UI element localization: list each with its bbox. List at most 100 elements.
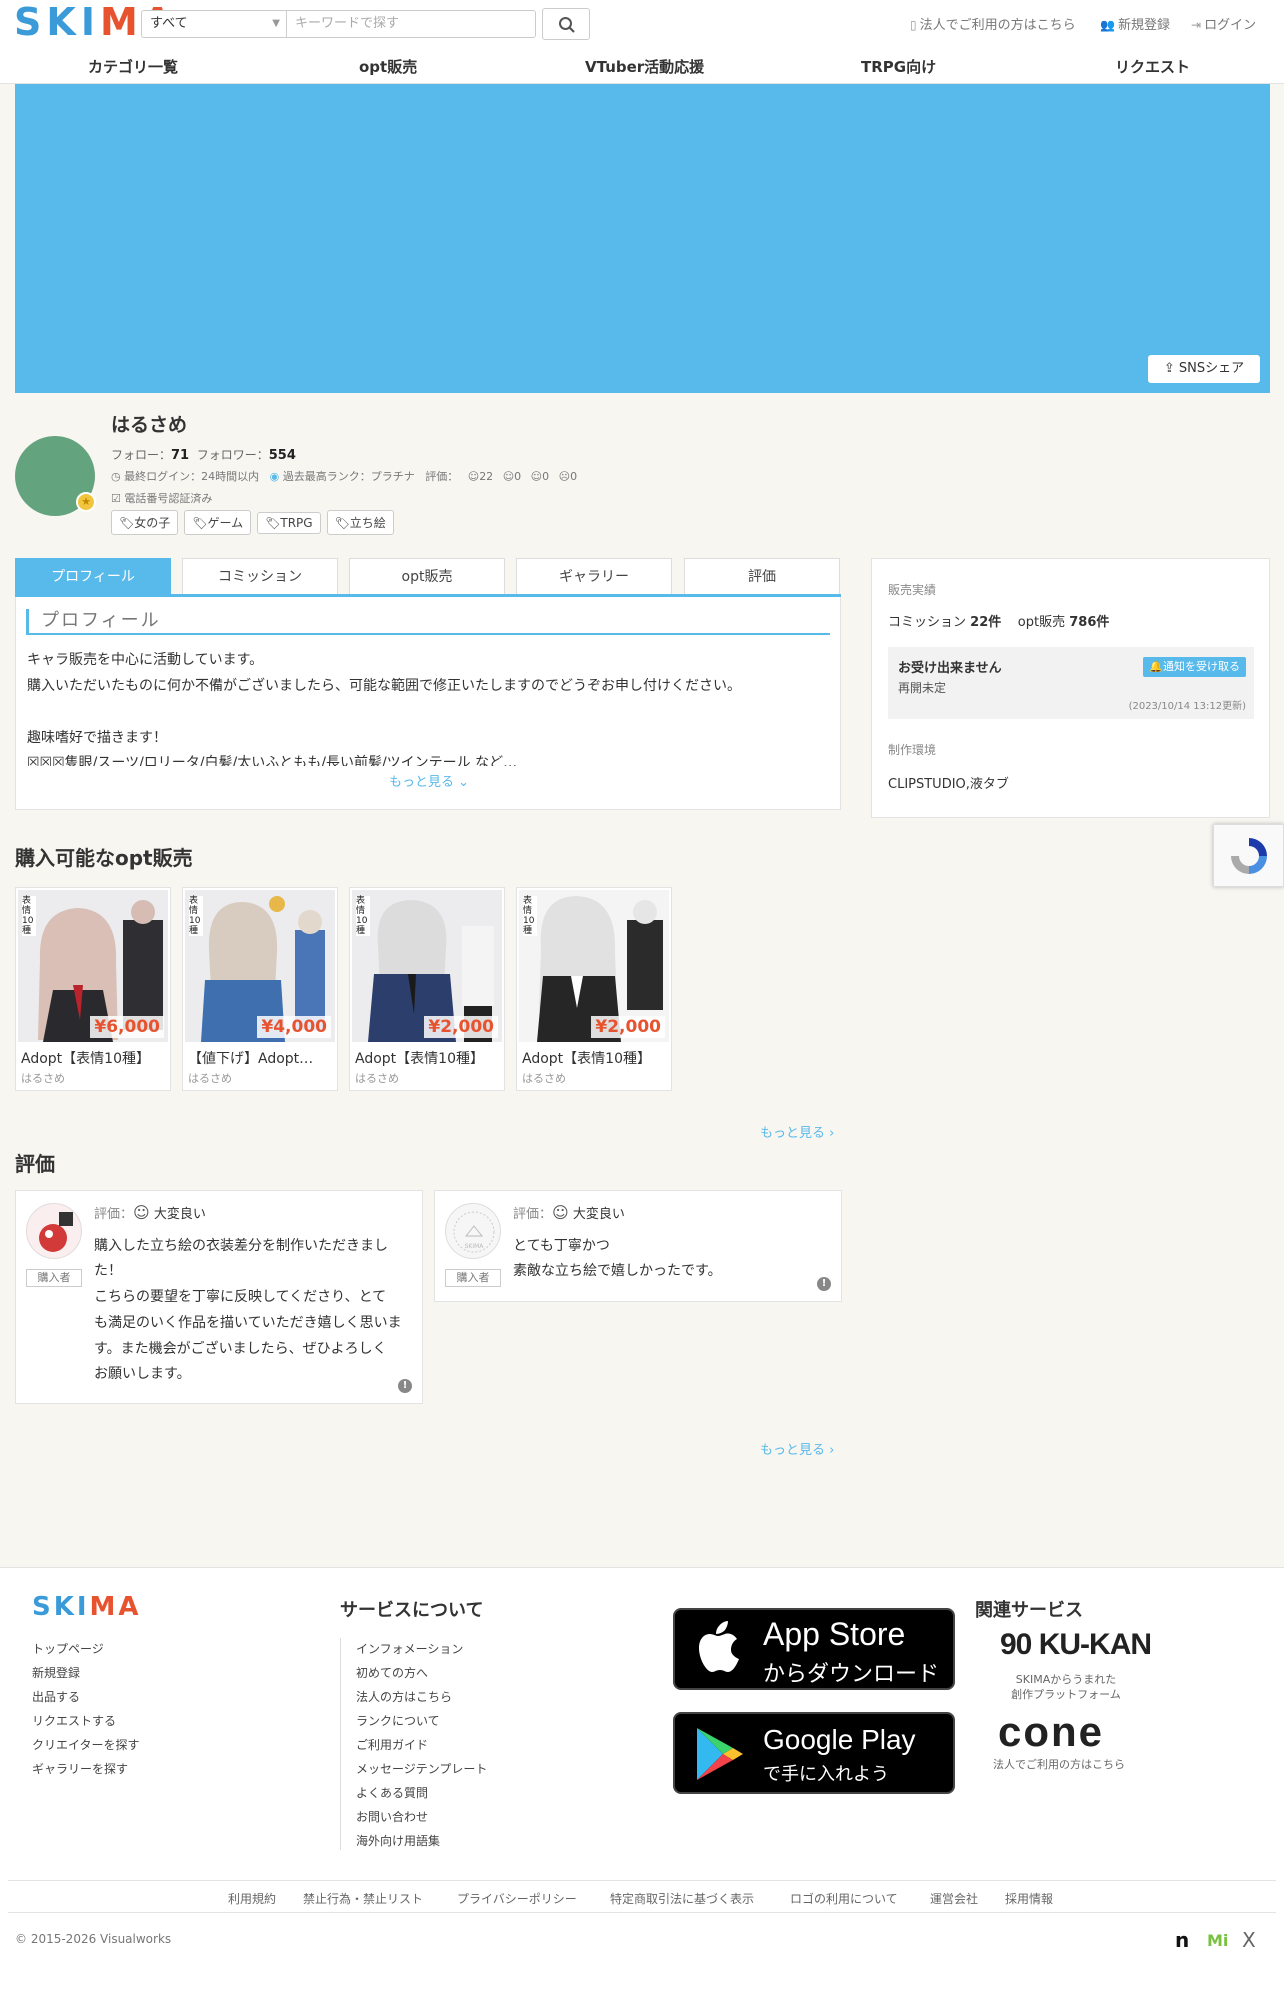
footer-link[interactable]: ご利用ガイド (356, 1736, 428, 1753)
footer-link[interactable]: リクエストする (32, 1712, 116, 1729)
tab-gallery[interactable]: ギャラリー (516, 558, 672, 594)
user-tags: 🏷女の子 🏷ゲーム 🏷TRPG 🏷立ち絵 (111, 510, 400, 535)
register-link[interactable]: 👥 新規登録 (1100, 14, 1170, 33)
footer-link[interactable]: 新規登録 (32, 1664, 80, 1681)
opt-price: ¥6,000 (90, 1016, 164, 1038)
chevron-right-icon: › (829, 1443, 835, 1458)
reviewer-avatar[interactable] (26, 1203, 82, 1259)
footer-bottom-link[interactable]: プライバシーポリシー (457, 1890, 577, 1907)
opt-card[interactable]: 表情10種 ¥4,000 【値下げ】Adopt… はるさめ (182, 887, 338, 1091)
tag-item[interactable]: 🏷TRPG (257, 512, 321, 534)
login-icon: ⇥ (1191, 18, 1202, 32)
tag-icon: 🏷 (265, 516, 281, 530)
card-tag: 表情10種 (356, 896, 370, 936)
misskey-icon[interactable]: Mi (1207, 1931, 1228, 1950)
review-score: 評価：☺ 大変良い (94, 1203, 206, 1222)
footer-link[interactable]: 出品する (32, 1688, 80, 1705)
opt-more-link[interactable]: もっと見る › (760, 1122, 834, 1141)
footer-link[interactable]: 法人の方はこちら (356, 1688, 452, 1705)
profile-heading: プロフィール (26, 609, 830, 635)
tag-icon: 🏷 (119, 516, 135, 530)
tag-item[interactable]: 🏷立ち絵 (326, 510, 394, 535)
footer-link[interactable]: インフォメーション (356, 1640, 463, 1657)
review-text: こちらの要望を丁寧に反映してくださり、とて (94, 1289, 387, 1305)
share-icon: ⇪ (1163, 361, 1175, 376)
footer-link[interactable]: 初めての方へ (356, 1664, 428, 1681)
kukan-logo[interactable]: 90 KU-KAN (1000, 1628, 1152, 1662)
service-heading: サービスについて (340, 1600, 484, 1621)
nav-category[interactable]: カテゴリ一覧 (88, 56, 178, 77)
cone-logo[interactable]: cone (998, 1708, 1104, 1756)
opt-section-title: 購入可能なopt販売 (15, 846, 193, 870)
tag-item[interactable]: 🏷ゲーム (184, 510, 252, 535)
good-icon: ☺ (502, 470, 515, 483)
footer-bottom-link[interactable]: 特定商取引法に基づく表示 (610, 1890, 754, 1907)
note-icon[interactable]: n (1175, 1928, 1189, 1952)
footer-bottom-link[interactable]: 利用規約 (228, 1890, 276, 1907)
opt-author: はるさめ (188, 1072, 232, 1085)
footer-bottom-link[interactable]: 禁止行為・禁止リスト (303, 1890, 423, 1907)
footer-link[interactable]: ランクについて (356, 1712, 440, 1729)
sns-share-button[interactable]: ⇪ SNSシェア (1148, 355, 1260, 383)
tab-opt[interactable]: opt販売 (349, 558, 505, 594)
report-icon[interactable]: ! (398, 1379, 412, 1393)
reviewer-avatar[interactable]: SKIMA (445, 1203, 501, 1259)
opt-card[interactable]: 表情10種 ¥2,000 Adopt【表情10種】 はるさめ (349, 887, 505, 1091)
phone-verified: ☑ 電話番号認証済み (111, 492, 213, 505)
footer-link[interactable]: メッセージテンプレート (356, 1760, 487, 1777)
normal-icon: ☺ (530, 470, 543, 483)
footer-link[interactable]: トップページ (32, 1640, 104, 1657)
google-play-button[interactable]: Google Play で手に入れよう (673, 1712, 955, 1794)
footer-link[interactable]: お問い合わせ (356, 1808, 428, 1825)
google-play-icon (697, 1728, 743, 1780)
opt-author: はるさめ (355, 1072, 399, 1085)
footer-bottom-link[interactable]: 採用情報 (1005, 1890, 1053, 1907)
related-heading: 関連サービス (975, 1600, 1083, 1621)
footer-link[interactable]: クリエイターを探す (32, 1736, 140, 1753)
footer-logo[interactable]: SKIMA (32, 1592, 142, 1622)
opt-title: Adopt【表情10種】 (522, 1051, 651, 1067)
footer-link[interactable]: ギャラリーを探す (32, 1760, 128, 1777)
nav-request[interactable]: リクエスト (1115, 56, 1190, 77)
footer-bottom-link[interactable]: 運営会社 (930, 1890, 978, 1907)
follower-count[interactable]: 554 (269, 448, 296, 463)
tab-commission[interactable]: コミッション (182, 558, 338, 594)
nav-vtuber[interactable]: VTuber活動応援 (585, 56, 704, 77)
notify-button[interactable]: 🔔通知を受け取る (1143, 657, 1246, 677)
divider (8, 1912, 1276, 1913)
opt-card[interactable]: 表情10種 ¥6,000 Adopt【表情10種】 はるさめ (15, 887, 171, 1091)
search-icon (559, 17, 575, 33)
recaptcha-icon (1231, 838, 1267, 874)
footer-link[interactable]: よくある質問 (356, 1784, 428, 1801)
nav-trpg[interactable]: TRPG向け (861, 56, 936, 77)
check-icon: ☑ (111, 492, 121, 505)
follow-count[interactable]: 71 (171, 448, 189, 463)
search-button[interactable] (542, 8, 590, 40)
recaptcha-badge[interactable] (1213, 824, 1284, 887)
category-select[interactable]: すべて ▼ (141, 10, 286, 38)
cone-caption: 法人でご利用の方はこちら (993, 1758, 1125, 1771)
footer-link[interactable]: 海外向け用語集 (356, 1832, 440, 1849)
card-tag: 表情10種 (189, 896, 203, 936)
corporate-link[interactable]: ▯ 法人でご利用の方はこちら (910, 14, 1076, 33)
very-good-icon: ☺ (133, 1203, 150, 1222)
building-icon: ▯ (910, 18, 917, 32)
accept-status: お受け出来ません 再開未定 🔔通知を受け取る (2023/10/14 13:12… (888, 647, 1254, 719)
review-more-link[interactable]: もっと見る › (760, 1439, 834, 1458)
svg-text:SKIMA: SKIMA (465, 1243, 485, 1250)
app-store-button[interactable]: App Store からダウンロード (673, 1608, 955, 1690)
search-input[interactable]: キーワードで探す (286, 10, 536, 38)
divider (8, 1880, 1276, 1881)
tab-profile[interactable]: プロフィール (15, 558, 171, 594)
profile-more-link[interactable]: もっと見る ⌄ (16, 771, 842, 790)
login-link[interactable]: ⇥ ログイン (1191, 14, 1256, 33)
tab-review[interactable]: 評価 (684, 558, 840, 594)
opt-card[interactable]: 表情10種 ¥2,000 Adopt【表情10種】 はるさめ (516, 887, 672, 1091)
x-icon[interactable]: X (1242, 1928, 1256, 1952)
report-icon[interactable]: ! (817, 1277, 831, 1291)
footer-bottom-link[interactable]: ロゴの利用について (790, 1890, 898, 1907)
status-sub: 再開未定 (898, 681, 947, 695)
review-text: お願いします。 (94, 1366, 191, 1382)
nav-opt[interactable]: opt販売 (359, 56, 417, 77)
tag-item[interactable]: 🏷女の子 (111, 510, 179, 535)
